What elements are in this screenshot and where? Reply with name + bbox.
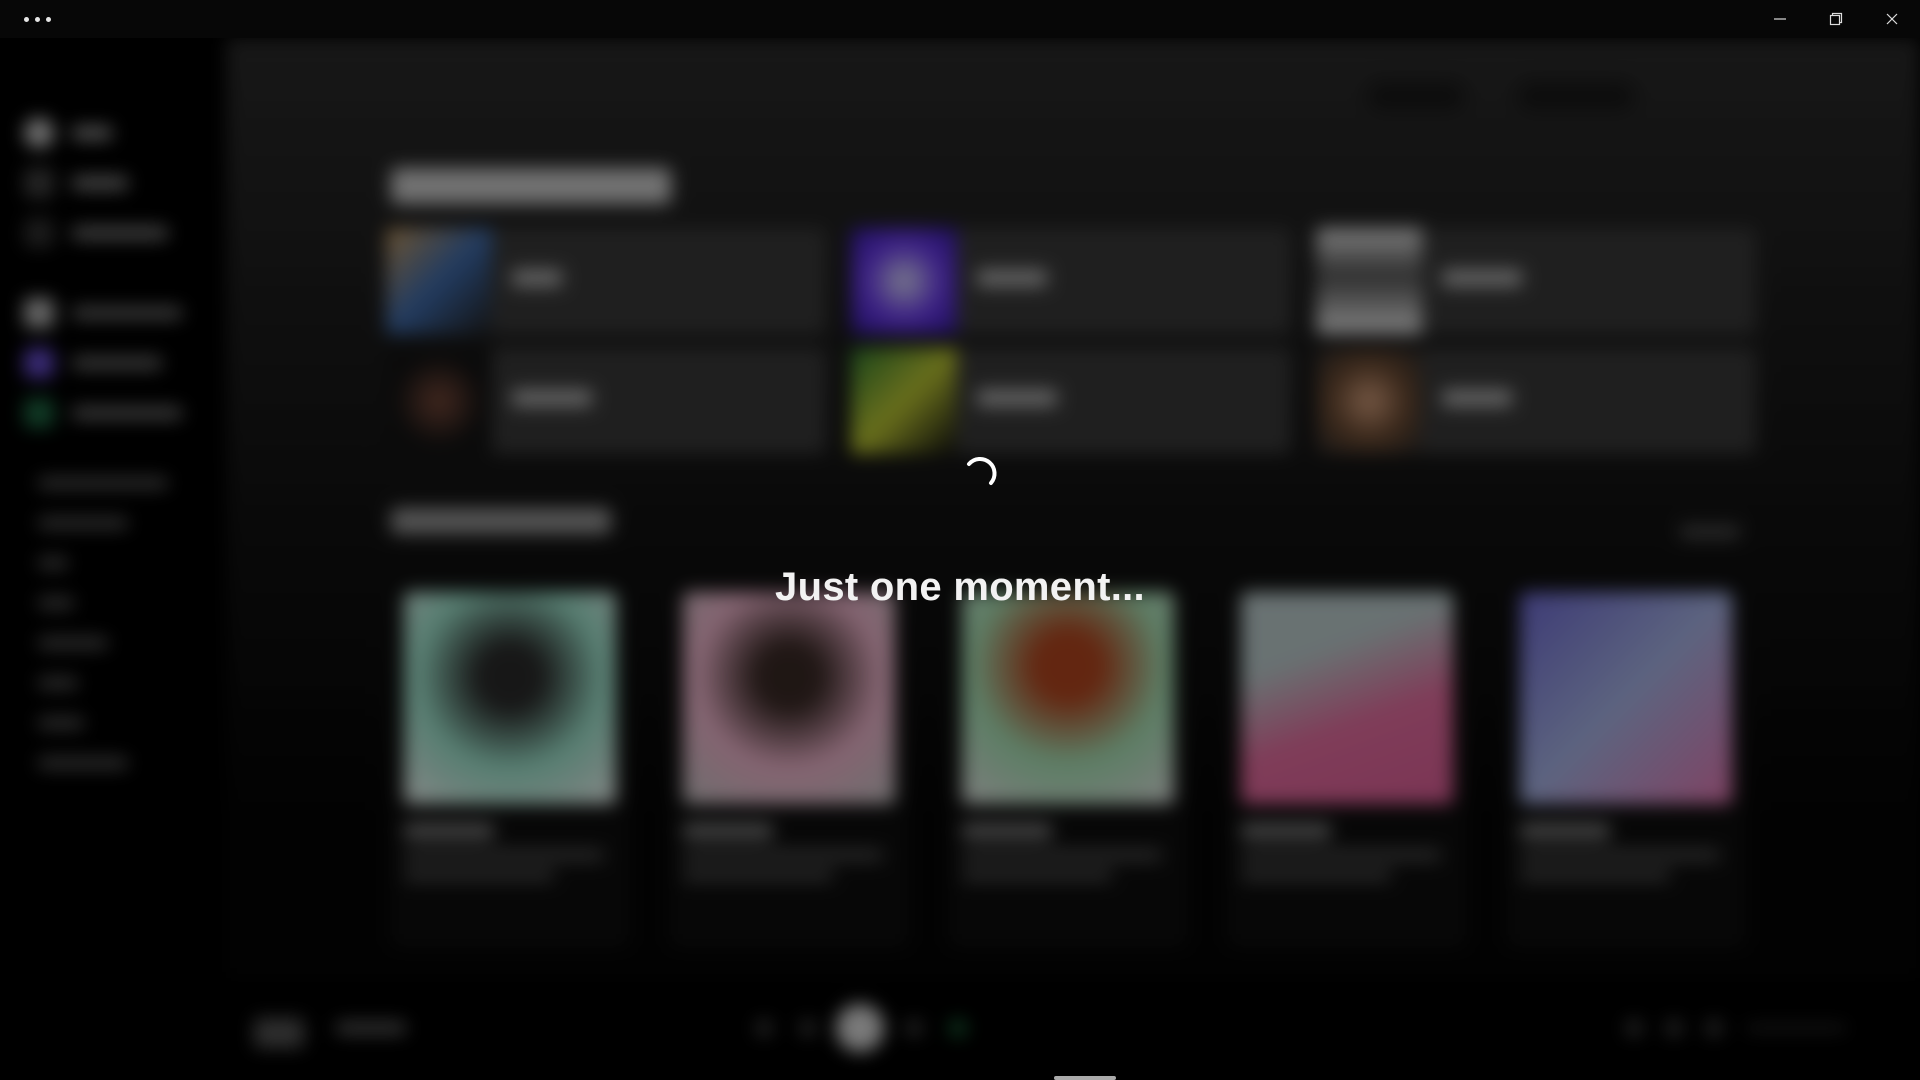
spinner-icon: [967, 456, 997, 485]
window-controls: [1752, 0, 1920, 38]
restore-button[interactable]: [1808, 0, 1864, 38]
close-button[interactable]: [1864, 0, 1920, 38]
minimize-button[interactable]: [1752, 0, 1808, 38]
minimize-icon: [1774, 18, 1786, 20]
title-bar: [0, 0, 1920, 38]
close-icon: [1886, 13, 1898, 25]
bottom-indicator: [1054, 1076, 1116, 1080]
loading-message: Just one moment...: [775, 565, 1145, 609]
loading-overlay: [0, 38, 1920, 1080]
restore-icon: [1829, 12, 1843, 26]
more-horizontal-icon[interactable]: [24, 10, 64, 28]
